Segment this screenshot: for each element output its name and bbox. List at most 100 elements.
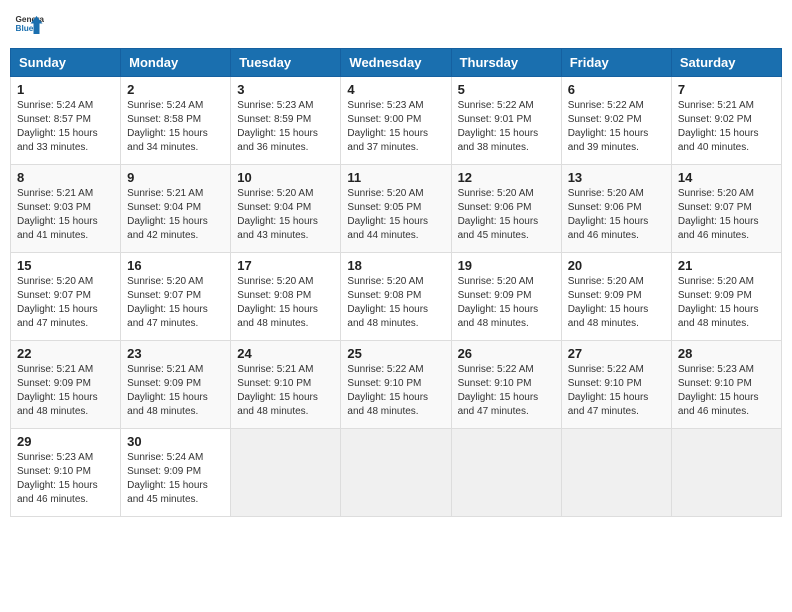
day-content: Sunrise: 5:24 AMSunset: 9:09 PMDaylight:…	[127, 451, 224, 507]
day-number: 21	[678, 258, 775, 273]
calendar-cell	[671, 429, 781, 517]
day-number: 11	[347, 170, 444, 185]
day-content: Sunrise: 5:23 AMSunset: 9:10 PMDaylight:…	[17, 451, 114, 507]
calendar-cell: 17Sunrise: 5:20 AMSunset: 9:08 PMDayligh…	[231, 253, 341, 341]
day-number: 29	[17, 434, 114, 449]
calendar-week-4: 22 Sunrise: 5:21 AMSunset: 9:09 PMDayligh…	[11, 341, 782, 429]
day-content: Sunrise: 5:22 AMSunset: 9:10 PMDaylight:…	[568, 363, 665, 419]
calendar-cell: 30 Sunrise: 5:24 AMSunset: 9:09 PMDayligh…	[121, 429, 231, 517]
calendar-cell	[561, 429, 671, 517]
day-number: 16	[127, 258, 224, 273]
calendar-cell: 11 Sunrise: 5:20 AMSunset: 9:05 PMDayligh…	[341, 165, 451, 253]
day-content: Sunrise: 5:21 AMSunset: 9:03 PMDaylight:…	[17, 187, 114, 243]
day-content: Sunrise: 5:21 AMSunset: 9:10 PMDaylight:…	[237, 363, 334, 419]
day-number: 25	[347, 346, 444, 361]
calendar-cell: 9 Sunrise: 5:21 AMSunset: 9:04 PMDaylight…	[121, 165, 231, 253]
calendar-cell: 2 Sunrise: 5:24 AMSunset: 8:58 PMDaylight…	[121, 77, 231, 165]
calendar-cell: 14 Sunrise: 5:20 AMSunset: 9:07 PMDayligh…	[671, 165, 781, 253]
calendar-week-1: 1 Sunrise: 5:24 AMSunset: 8:57 PMDaylight…	[11, 77, 782, 165]
calendar-cell: 22 Sunrise: 5:21 AMSunset: 9:09 PMDayligh…	[11, 341, 121, 429]
calendar-cell: 19 Sunrise: 5:20 AMSunset: 9:09 PMDayligh…	[451, 253, 561, 341]
calendar-cell: 10 Sunrise: 5:20 AMSunset: 9:04 PMDayligh…	[231, 165, 341, 253]
calendar-cell: 15Sunrise: 5:20 AMSunset: 9:07 PMDayligh…	[11, 253, 121, 341]
day-number: 1	[17, 82, 114, 97]
day-number: 4	[347, 82, 444, 97]
day-number: 30	[127, 434, 224, 449]
logo: General Blue	[14, 10, 44, 40]
calendar-cell: 16 Sunrise: 5:20 AMSunset: 9:07 PMDayligh…	[121, 253, 231, 341]
day-number: 27	[568, 346, 665, 361]
day-content: Sunrise: 5:24 AMSunset: 8:58 PMDaylight:…	[127, 99, 224, 155]
day-content: Sunrise: 5:21 AMSunset: 9:02 PMDaylight:…	[678, 99, 775, 155]
header-sunday: Sunday	[11, 49, 121, 77]
day-number: 8	[17, 170, 114, 185]
calendar-cell: 29 Sunrise: 5:23 AMSunset: 9:10 PMDayligh…	[11, 429, 121, 517]
day-number: 15	[17, 258, 114, 273]
calendar-cell	[231, 429, 341, 517]
day-number: 10	[237, 170, 334, 185]
calendar-cell: 6 Sunrise: 5:22 AMSunset: 9:02 PMDaylight…	[561, 77, 671, 165]
day-number: 7	[678, 82, 775, 97]
day-content: Sunrise: 5:20 AMSunset: 9:07 PMDaylight:…	[127, 275, 224, 331]
calendar-week-2: 8 Sunrise: 5:21 AMSunset: 9:03 PMDaylight…	[11, 165, 782, 253]
day-number: 20	[568, 258, 665, 273]
calendar-cell: 7 Sunrise: 5:21 AMSunset: 9:02 PMDaylight…	[671, 77, 781, 165]
day-number: 13	[568, 170, 665, 185]
day-content: Sunrise: 5:23 AMSunset: 9:00 PMDaylight:…	[347, 99, 444, 155]
day-number: 5	[458, 82, 555, 97]
calendar-cell: 28 Sunrise: 5:23 AMSunset: 9:10 PMDayligh…	[671, 341, 781, 429]
day-content: Sunrise: 5:23 AMSunset: 8:59 PMDaylight:…	[237, 99, 334, 155]
calendar-cell: 27 Sunrise: 5:22 AMSunset: 9:10 PMDayligh…	[561, 341, 671, 429]
header-thursday: Thursday	[451, 49, 561, 77]
day-content: Sunrise: 5:20 AMSunset: 9:09 PMDaylight:…	[458, 275, 555, 331]
day-number: 9	[127, 170, 224, 185]
header-tuesday: Tuesday	[231, 49, 341, 77]
day-content: Sunrise: 5:20 AMSunset: 9:05 PMDaylight:…	[347, 187, 444, 243]
calendar-cell: 4 Sunrise: 5:23 AMSunset: 9:00 PMDaylight…	[341, 77, 451, 165]
day-number: 17	[237, 258, 334, 273]
calendar-cell: 20 Sunrise: 5:20 AMSunset: 9:09 PMDayligh…	[561, 253, 671, 341]
calendar-cell: 3 Sunrise: 5:23 AMSunset: 8:59 PMDaylight…	[231, 77, 341, 165]
calendar-cell: 25Sunrise: 5:22 AMSunset: 9:10 PMDayligh…	[341, 341, 451, 429]
day-content: Sunrise: 5:21 AMSunset: 9:04 PMDaylight:…	[127, 187, 224, 243]
calendar-cell: 24Sunrise: 5:21 AMSunset: 9:10 PMDayligh…	[231, 341, 341, 429]
header-wednesday: Wednesday	[341, 49, 451, 77]
calendar-cell: 18 Sunrise: 5:20 AMSunset: 9:08 PMDayligh…	[341, 253, 451, 341]
day-number: 6	[568, 82, 665, 97]
day-number: 3	[237, 82, 334, 97]
calendar-week-3: 15 Sunrise: 5:20 AMSunset: 9:07 PMDayligh…	[11, 253, 782, 341]
day-content: Sunrise: 5:20 AMSunset: 9:06 PMDaylight:…	[568, 187, 665, 243]
calendar-cell: 8 Sunrise: 5:21 AMSunset: 9:03 PMDaylight…	[11, 165, 121, 253]
day-content: Sunrise: 5:23 AMSunset: 9:10 PMDaylight:…	[678, 363, 775, 419]
day-content: Sunrise: 5:24 AMSunset: 8:57 PMDaylight:…	[17, 99, 114, 155]
day-content: Sunrise: 5:20 AMSunset: 9:07 PMDaylight:…	[678, 187, 775, 243]
header-saturday: Saturday	[671, 49, 781, 77]
header-friday: Friday	[561, 49, 671, 77]
day-number: 18	[347, 258, 444, 273]
calendar-cell: 23Sunrise: 5:21 AMSunset: 9:09 PMDayligh…	[121, 341, 231, 429]
calendar-cell: 21 Sunrise: 5:20 AMSunset: 9:09 PMDayligh…	[671, 253, 781, 341]
svg-text:Blue: Blue	[16, 24, 34, 33]
day-number: 12	[458, 170, 555, 185]
day-number: 14	[678, 170, 775, 185]
day-content: Sunrise: 5:20 AMSunset: 9:04 PMDaylight:…	[237, 187, 334, 243]
day-number: 28	[678, 346, 775, 361]
day-content: Sunrise: 5:22 AMSunset: 9:02 PMDaylight:…	[568, 99, 665, 155]
day-content: Sunrise: 5:22 AMSunset: 9:10 PMDaylight:…	[458, 363, 555, 419]
calendar-cell: 1 Sunrise: 5:24 AMSunset: 8:57 PMDaylight…	[11, 77, 121, 165]
page-header: General Blue	[10, 10, 782, 40]
day-number: 22	[17, 346, 114, 361]
calendar-cell: 12Sunrise: 5:20 AMSunset: 9:06 PMDayligh…	[451, 165, 561, 253]
day-content: Sunrise: 5:20 AMSunset: 9:09 PMDaylight:…	[678, 275, 775, 331]
day-content: Sunrise: 5:21 AMSunset: 9:09 PMDaylight:…	[17, 363, 114, 419]
calendar-cell: 5 Sunrise: 5:22 AMSunset: 9:01 PMDaylight…	[451, 77, 561, 165]
day-number: 2	[127, 82, 224, 97]
calendar-table: Sunday Monday Tuesday Wednesday Thursday…	[10, 48, 782, 517]
day-content: Sunrise: 5:22 AMSunset: 9:01 PMDaylight:…	[458, 99, 555, 155]
day-number: 23	[127, 346, 224, 361]
calendar-cell	[451, 429, 561, 517]
day-content: Sunrise: 5:20 AMSunset: 9:08 PMDaylight:…	[347, 275, 444, 331]
day-content: Sunrise: 5:20 AMSunset: 9:09 PMDaylight:…	[568, 275, 665, 331]
day-number: 19	[458, 258, 555, 273]
calendar-cell: 13 Sunrise: 5:20 AMSunset: 9:06 PMDayligh…	[561, 165, 671, 253]
